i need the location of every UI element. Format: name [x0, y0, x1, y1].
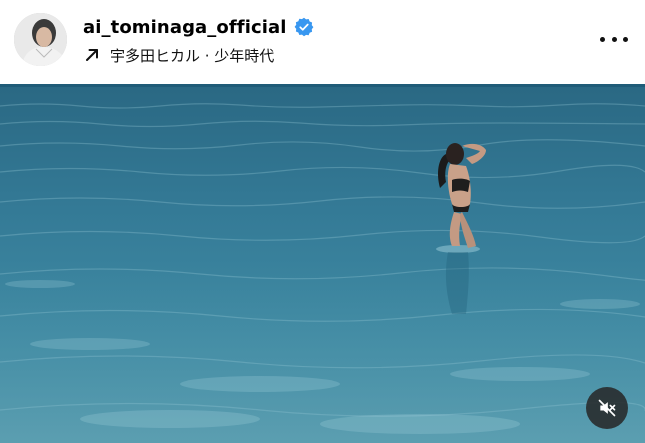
avatar-image — [14, 13, 67, 66]
more-dot — [600, 36, 605, 42]
username[interactable]: ai_tominaga_official — [83, 17, 287, 38]
avatar[interactable] — [14, 13, 67, 66]
verified-badge-icon — [294, 17, 314, 37]
more-dot — [623, 36, 628, 42]
arrow-up-right-icon — [84, 47, 100, 63]
post-media[interactable] — [0, 84, 645, 443]
more-dot — [611, 36, 617, 42]
post-header: ai_tominaga_official 宇多田ヒカル · 少年時代 — [0, 0, 645, 84]
more-options-icon[interactable] — [600, 30, 628, 48]
username-row: ai_tominaga_official — [83, 15, 314, 39]
sea-photo — [0, 84, 645, 443]
music-label: 宇多田ヒカル · 少年時代 — [110, 46, 275, 65]
music-link[interactable]: 宇多田ヒカル · 少年時代 — [84, 44, 274, 66]
speaker-muted-icon — [598, 399, 616, 417]
mute-toggle-button[interactable] — [586, 387, 628, 429]
